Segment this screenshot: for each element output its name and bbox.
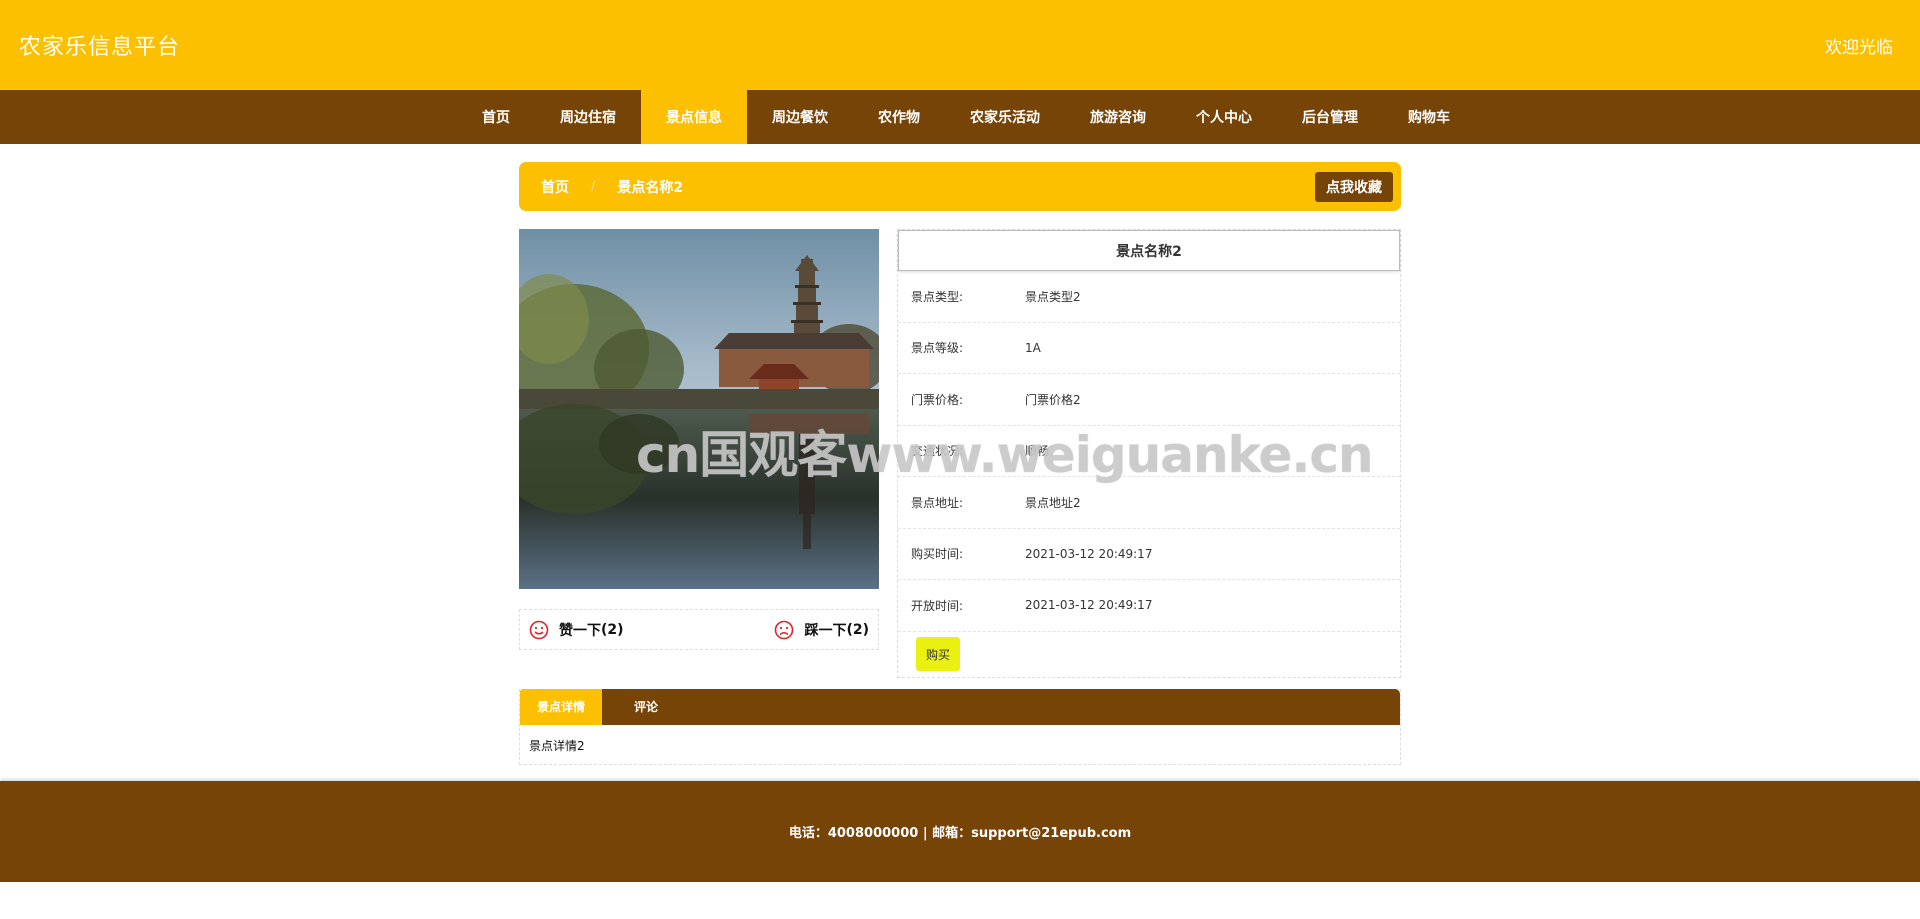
nav-item-personal-center[interactable]: 个人中心 bbox=[1171, 90, 1277, 144]
detail-main: 赞一下 (2) 踩一下 (2) 景点名称2 景点类型: 景点类型2 景点等级: … bbox=[519, 229, 1401, 678]
nav-item-activities[interactable]: 农家乐活动 bbox=[945, 90, 1065, 144]
like-count: (2) bbox=[601, 621, 624, 638]
smile-icon bbox=[529, 620, 549, 639]
breadcrumb: 首页 / 景点名称2 点我收藏 bbox=[519, 162, 1401, 211]
attraction-name-title: 景点名称2 bbox=[898, 230, 1400, 271]
like-button[interactable]: 赞一下 (2) bbox=[529, 620, 624, 640]
site-footer: 电话：4008000000 | 邮箱：support@21epub.com bbox=[0, 781, 1920, 882]
favorite-button[interactable]: 点我收藏 bbox=[1315, 171, 1393, 202]
nav-item-dining[interactable]: 周边餐饮 bbox=[747, 90, 853, 144]
dislike-button[interactable]: 踩一下 (2) bbox=[774, 620, 869, 640]
tab-bar: 景点详情 评论 bbox=[520, 688, 1400, 725]
info-row-purchase-time: 购买时间: 2021-03-12 20:49:17 bbox=[898, 529, 1400, 580]
attraction-info-panel: 景点名称2 景点类型: 景点类型2 景点等级: 1A 门票价格: 门票价格2 交… bbox=[897, 229, 1401, 678]
info-label: 开放时间: bbox=[911, 598, 964, 613]
info-value: 景点类型2 bbox=[1025, 289, 1081, 304]
nav-item-crops[interactable]: 农作物 bbox=[853, 90, 945, 144]
info-value: 门票价格2 bbox=[1025, 392, 1081, 407]
breadcrumb-current: 景点名称2 bbox=[617, 179, 684, 196]
nav-item-travel-consult[interactable]: 旅游咨询 bbox=[1065, 90, 1171, 144]
dislike-label: 踩一下 bbox=[804, 622, 847, 639]
like-label: 赞一下 bbox=[559, 622, 601, 639]
info-value: 2021-03-12 20:49:17 bbox=[1025, 598, 1153, 613]
welcome-text: 欢迎光临 bbox=[1825, 37, 1893, 58]
nav-list: 首页 周边住宿 景点信息 周边餐饮 农作物 农家乐活动 旅游咨询 个人中心 后台… bbox=[457, 90, 1475, 144]
nav-item-admin[interactable]: 后台管理 bbox=[1277, 90, 1383, 144]
info-label: 门票价格: bbox=[911, 392, 964, 407]
vote-box: 赞一下 (2) 踩一下 (2) bbox=[519, 609, 879, 650]
pagoda-landscape-image bbox=[519, 229, 879, 589]
info-value: 景点地址2 bbox=[1025, 495, 1081, 510]
site-header: 农家乐信息平台 欢迎光临 bbox=[0, 0, 1920, 90]
breadcrumb-separator: / bbox=[591, 179, 596, 194]
nav-item-home[interactable]: 首页 bbox=[457, 90, 535, 144]
info-value: 2021-03-12 20:49:17 bbox=[1025, 546, 1153, 561]
buy-row: 购买 bbox=[898, 632, 1400, 677]
info-label: 购买时间: bbox=[911, 547, 964, 562]
info-value: 1A bbox=[1025, 340, 1041, 355]
buy-button[interactable]: 购买 bbox=[916, 637, 961, 671]
attraction-photo bbox=[519, 229, 879, 589]
info-label: 景点类型: bbox=[911, 289, 964, 304]
info-row-address: 景点地址: 景点地址2 bbox=[898, 477, 1400, 529]
detail-tabs: 景点详情 评论 景点详情2 bbox=[519, 688, 1401, 765]
info-row-ticket-price: 门票价格: 门票价格2 bbox=[898, 374, 1400, 426]
tab-attraction-details[interactable]: 景点详情 bbox=[520, 688, 603, 725]
info-row-traffic: 交通状况: 顺畅 bbox=[898, 426, 1400, 477]
content-container: 首页 / 景点名称2 点我收藏 赞一下 (2) 踩一下 (2) 景点名称2 景点… bbox=[519, 162, 1401, 765]
frown-icon bbox=[775, 620, 794, 639]
left-column: 赞一下 (2) 踩一下 (2) bbox=[519, 229, 879, 678]
footer-contact: 电话：4008000000 | 邮箱：support@21epub.com bbox=[788, 826, 1132, 841]
info-row-open-time: 开放时间: 2021-03-12 20:49:17 bbox=[898, 580, 1400, 632]
dislike-count: (2) bbox=[846, 621, 869, 638]
tab-comments[interactable]: 评论 bbox=[602, 689, 690, 725]
info-row-type: 景点类型: 景点类型2 bbox=[898, 271, 1400, 323]
site-title: 农家乐信息平台 bbox=[19, 35, 181, 60]
tab-content: 景点详情2 bbox=[529, 738, 585, 753]
info-label: 景点等级: bbox=[911, 341, 964, 356]
main-nav: 首页 周边住宿 景点信息 周边餐饮 农作物 农家乐活动 旅游咨询 个人中心 后台… bbox=[0, 90, 1920, 144]
nav-item-cart[interactable]: 购物车 bbox=[1383, 90, 1475, 144]
info-value: 顺畅 bbox=[1025, 444, 1050, 459]
info-label: 交通状况: bbox=[911, 444, 964, 459]
breadcrumb-home-link[interactable]: 首页 bbox=[541, 177, 569, 197]
info-row-level: 景点等级: 1A bbox=[898, 323, 1400, 374]
info-label: 景点地址: bbox=[911, 495, 964, 510]
nav-item-lodging[interactable]: 周边住宿 bbox=[535, 90, 641, 144]
nav-item-attractions[interactable]: 景点信息 bbox=[641, 90, 747, 144]
